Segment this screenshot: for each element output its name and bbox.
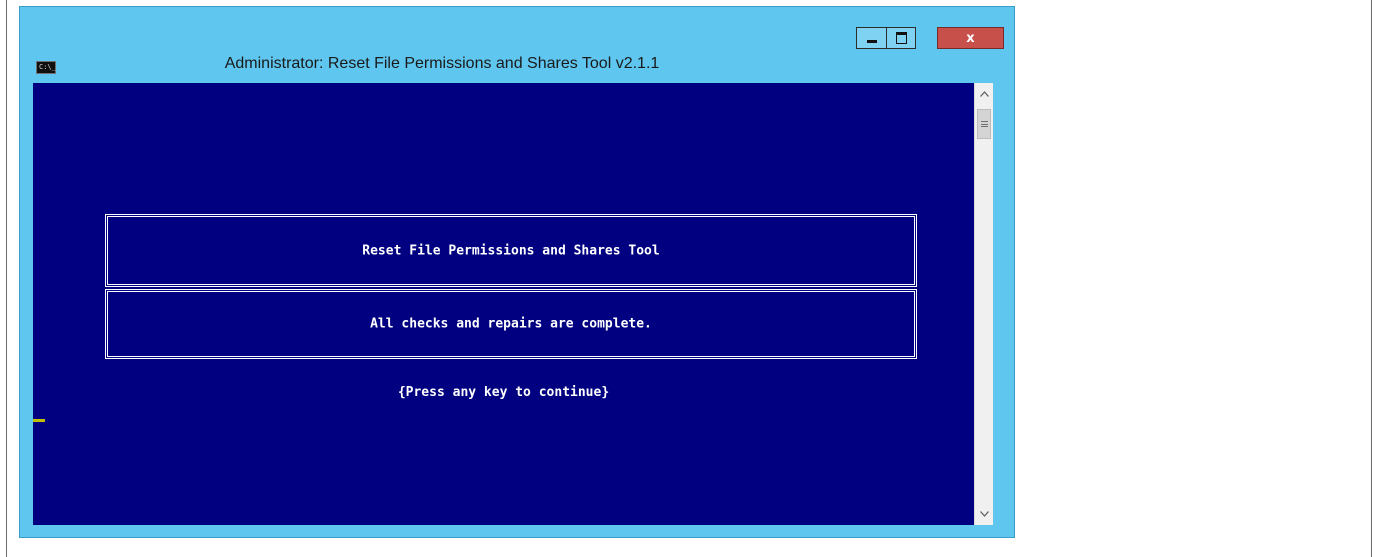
scroll-down-button[interactable] [975,505,993,523]
maximize-icon [895,32,907,44]
maximize-button[interactable] [886,27,916,49]
header-box-text: Reset File Permissions and Shares Tool [362,243,660,258]
chevron-up-icon [979,91,989,97]
status-box: All checks and repairs are complete. [105,289,917,359]
window-title: Administrator: Reset File Permissions an… [224,55,660,72]
chevron-down-icon [979,511,989,517]
vertical-scrollbar[interactable] [974,83,993,525]
header-box: Reset File Permissions and Shares Tool [105,214,917,287]
console-output[interactable]: Reset File Permissions and Shares Tool A… [33,83,974,525]
scroll-thumb[interactable] [977,109,991,139]
page-divider-right [1371,0,1372,557]
page-divider-left [6,0,7,557]
title-bar[interactable]: C:\_ Administrator: Reset File Permissio… [20,7,1014,84]
grip-icon [980,121,988,127]
text-cursor [33,419,45,422]
console-window[interactable]: C:\_ Administrator: Reset File Permissio… [19,6,1015,538]
minimize-button[interactable] [856,27,886,49]
close-button[interactable]: x [937,27,1004,49]
scroll-up-button[interactable] [975,85,993,103]
minimize-icon [866,39,877,43]
continue-prompt: {Press any key to continue} [397,385,610,400]
status-box-text: All checks and repairs are complete. [370,316,652,332]
close-icon: x [966,30,975,46]
